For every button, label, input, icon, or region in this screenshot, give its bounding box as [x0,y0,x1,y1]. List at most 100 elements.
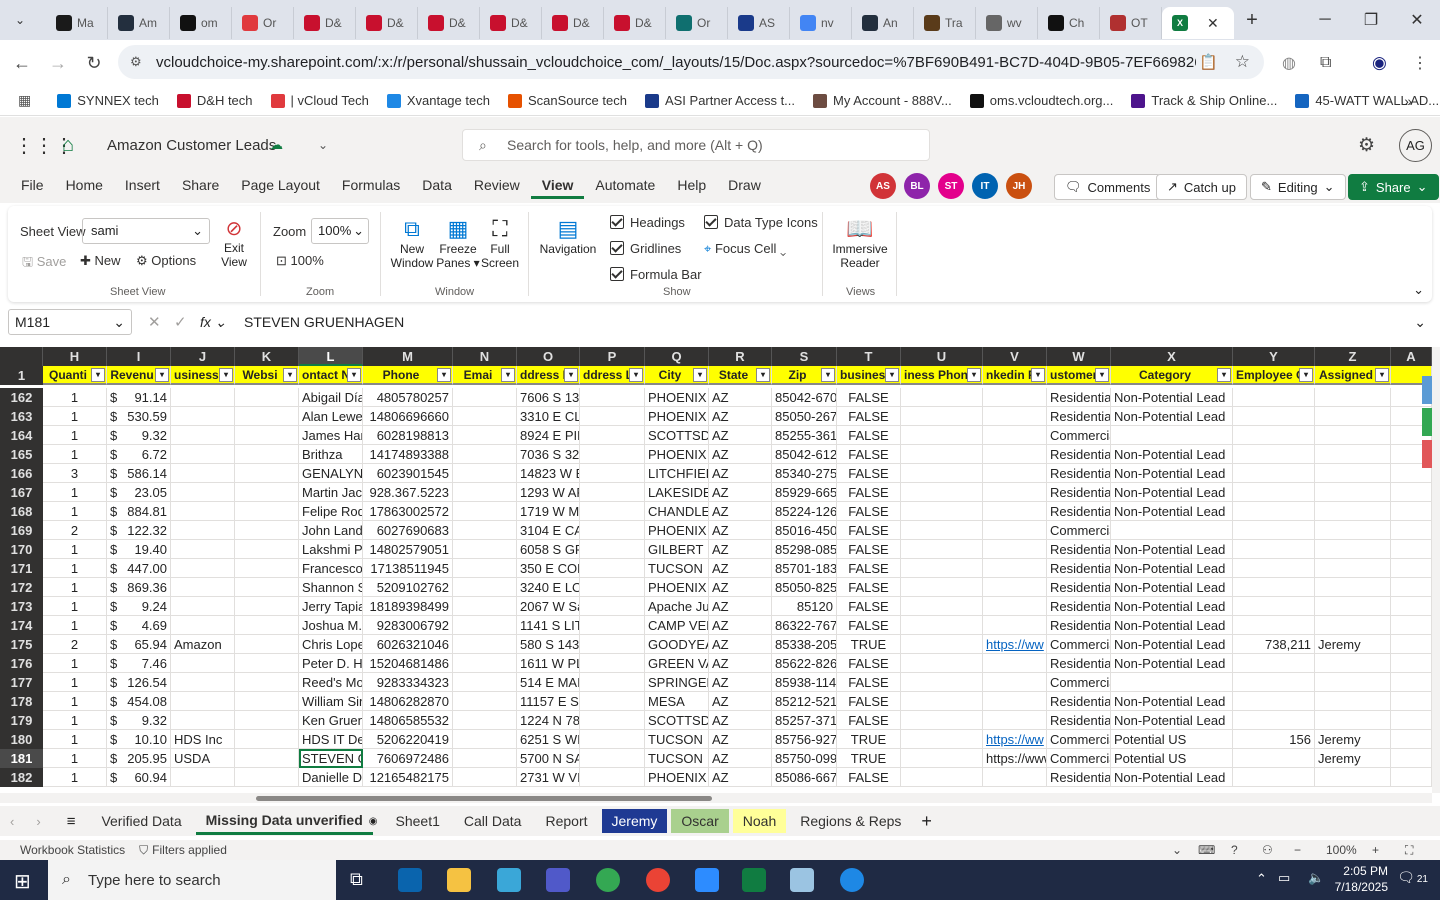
filter-dropdown-icon[interactable]: ▾ [91,368,105,382]
quantity-cell[interactable]: 1 [43,407,107,426]
column-header-O[interactable]: O [517,347,580,366]
collaborator-avatar[interactable]: IT [972,173,998,199]
state-cell[interactable]: AZ [709,483,772,502]
bookmark-item[interactable]: oms.vcloudtech.org... [969,93,1113,108]
column-header-P[interactable]: P [580,347,645,366]
quantity-cell[interactable]: 1 [43,768,107,787]
email-cell[interactable] [453,597,517,616]
state-cell[interactable]: AZ [709,464,772,483]
zip-cell[interactable]: 85257-3715 [772,711,837,730]
browser-tab[interactable]: Or [232,7,294,39]
row-header[interactable]: 163 [0,407,43,426]
website-cell[interactable] [235,407,299,426]
menu-tab-insert[interactable]: Insert [114,177,171,199]
contact-name-cell[interactable]: Francesco I [299,559,363,578]
save-view-button[interactable]: 🖫 Save [22,253,66,275]
business-phone-cell[interactable] [901,521,983,540]
website-cell[interactable] [235,502,299,521]
assigned-cell[interactable] [1315,483,1391,502]
filter-dropdown-icon[interactable]: ▾ [885,368,899,382]
address-cell[interactable]: 7606 S 13TH PL [517,388,580,407]
browser-tab[interactable]: OT [1100,7,1162,39]
website-cell[interactable] [235,388,299,407]
assigned-cell[interactable] [1315,711,1391,730]
linkedin-cell[interactable] [983,559,1047,578]
business-flag-cell[interactable]: TRUE [837,749,901,768]
empty-cell[interactable] [1391,635,1432,654]
zip-cell[interactable]: 85340-2757 [772,464,837,483]
website-cell[interactable] [235,540,299,559]
assigned-cell[interactable] [1315,578,1391,597]
customer-type-cell[interactable]: Residential [1047,616,1111,635]
customer-type-cell[interactable]: Residential [1047,559,1111,578]
browser-tab[interactable]: nv [790,7,852,39]
contact-name-cell[interactable]: Brithza [299,445,363,464]
comments-button[interactable]: 🗨 Comments [1054,174,1162,200]
business-flag-cell[interactable]: FALSE [837,578,901,597]
phone-cell[interactable]: 7606972486 [363,749,453,768]
bookmark-item[interactable]: ScanSource tech [507,93,627,108]
filter-dropdown-icon[interactable]: ▾ [437,368,451,382]
state-cell[interactable]: AZ [709,540,772,559]
name-box[interactable]: M181 ⌄ [8,309,132,335]
phone-cell[interactable]: 6026321046 [363,635,453,654]
assigned-cell[interactable] [1315,673,1391,692]
title-chevron-down-icon[interactable]: ⌄ [318,138,328,152]
address-2-cell[interactable] [580,749,645,768]
city-cell[interactable]: SCOTTSD/ [645,711,709,730]
city-cell[interactable]: TUCSON [645,730,709,749]
category-cell[interactable]: Non-Potential Lead [1111,407,1233,426]
state-cell[interactable]: AZ [709,407,772,426]
collaborator-avatar[interactable]: JH [1006,173,1032,199]
business-phone-cell[interactable] [901,578,983,597]
phone-cell[interactable]: 4805780257 [363,388,453,407]
employee-count-cell[interactable] [1233,749,1315,768]
address-cell[interactable]: 2067 W Sable Ave [517,597,580,616]
menu-tab-draw[interactable]: Draw [717,177,772,199]
customer-type-cell[interactable]: Commercia [1047,635,1111,654]
column-header-Q[interactable]: Q [645,347,709,366]
city-cell[interactable]: LAKESIDE [645,483,709,502]
filter-dropdown-icon[interactable]: ▾ [1095,368,1109,382]
zip-cell[interactable]: 85750-0999 [772,749,837,768]
city-cell[interactable]: CAMP VER [645,616,709,635]
quantity-cell[interactable]: 1 [43,445,107,464]
address-2-cell[interactable] [580,692,645,711]
phone-cell[interactable]: 18189398499 [363,597,453,616]
website-cell[interactable] [235,426,299,445]
zip-cell[interactable]: 85298-0855 [772,540,837,559]
user-avatar[interactable]: AG [1399,129,1432,162]
header-cell[interactable]: ontact N ▾ [299,366,363,385]
document-title[interactable]: Amazon Customer Leads [107,137,276,154]
business-name-cell[interactable] [171,616,235,635]
header-cell[interactable]: usiness N ▾ [171,366,235,385]
business-name-cell[interactable] [171,502,235,521]
contact-name-cell[interactable]: STEVEN G [299,749,363,768]
settings-gear-icon[interactable]: ⚙ [1358,134,1375,157]
filter-dropdown-icon[interactable]: ▾ [1031,368,1045,382]
function-icon[interactable]: fx ⌄ [200,314,227,331]
bookmark-item[interactable]: SYNNEX tech [57,93,159,108]
sheet-tab[interactable]: Regions & Reps [790,809,911,833]
address-2-cell[interactable] [580,635,645,654]
row-header[interactable]: 173 [0,597,43,616]
excel-app-icon[interactable] [742,868,766,892]
employee-count-cell[interactable] [1233,483,1315,502]
employee-count-cell[interactable] [1233,711,1315,730]
quantity-cell[interactable]: 2 [43,521,107,540]
address-cell[interactable]: 14823 W ESCONDIDO [517,464,580,483]
state-cell[interactable]: AZ [709,654,772,673]
email-cell[interactable] [453,711,517,730]
bookmark-star-icon[interactable]: ☆ [1235,52,1250,72]
linkedin-cell[interactable]: https://ww [983,635,1047,654]
sheet-tab[interactable]: Jeremy [601,809,668,833]
zip-cell[interactable]: 85224-1262 [772,502,837,521]
category-cell[interactable]: Non-Potential Lead [1111,711,1233,730]
city-cell[interactable]: SCOTTSD/ [645,426,709,445]
zip-cell[interactable]: 85701-1833 [772,559,837,578]
feedback-icon[interactable]: ⚇ [1262,843,1273,857]
revenue-cell[interactable]: $530.59 [107,407,171,426]
column-header-W[interactable]: W [1047,347,1111,366]
chrome-icon[interactable] [596,868,620,892]
header-cell[interactable]: Websi ▾ [235,366,299,385]
